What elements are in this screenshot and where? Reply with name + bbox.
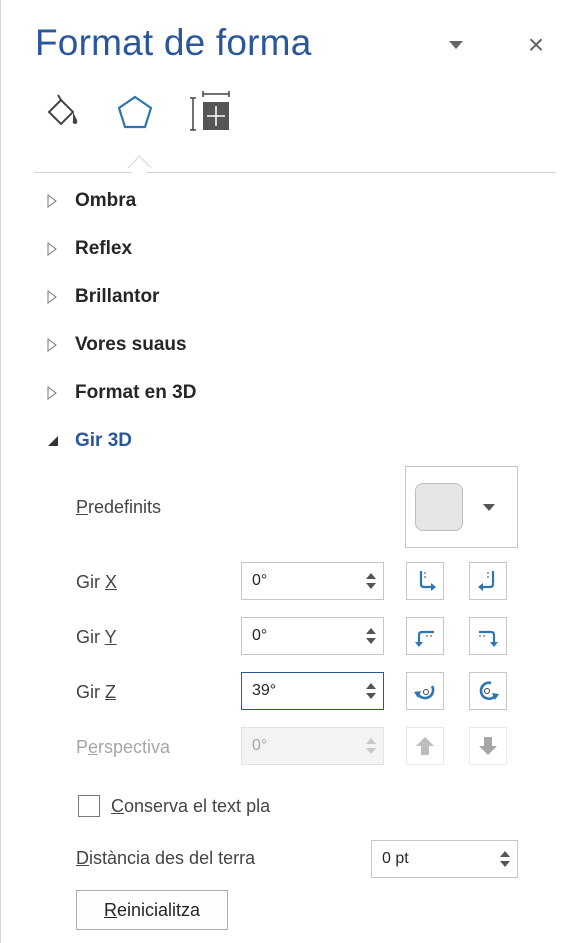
z-rotation-label: Gir Z: [76, 682, 116, 702]
spinner-arrows: [359, 728, 383, 764]
section-3d-format[interactable]: Format en 3D: [47, 376, 196, 410]
expand-arrow-icon: [47, 290, 75, 304]
z-rotation-clockwise-button[interactable]: [469, 672, 507, 710]
y-rotation-value[interactable]: 0°: [242, 627, 359, 645]
spin-up-icon: [366, 628, 376, 634]
tab-divider: [34, 172, 556, 173]
chevron-down-icon: [449, 41, 463, 49]
rotate-left-icon: [419, 571, 436, 591]
section-soft-edges[interactable]: Vores suaus: [47, 328, 187, 362]
rotate-counterclockwise-icon: [414, 685, 435, 700]
perspective-spinner: 0°: [241, 727, 384, 765]
y-rotation-spinner[interactable]: 0°: [241, 617, 384, 655]
x-rotation-value[interactable]: 0°: [242, 572, 359, 590]
chevron-down-icon: [482, 503, 495, 511]
pane-title: Format de forma: [35, 22, 312, 63]
close-button[interactable]: ×: [521, 30, 551, 60]
tab-effects[interactable]: [113, 90, 157, 134]
spinner-arrows[interactable]: [359, 563, 383, 599]
section-label: Ombra: [75, 190, 137, 211]
spinner-arrows[interactable]: [359, 618, 383, 654]
perspective-value: 0°: [252, 737, 268, 754]
spin-up-icon: [366, 573, 376, 579]
spin-down-icon: [366, 638, 376, 644]
section-label: Reflex: [75, 238, 133, 259]
y-rotation-up-button[interactable]: [406, 617, 444, 655]
presets-dropdown[interactable]: [405, 466, 518, 548]
expand-arrow-icon: [47, 386, 75, 400]
pane-options-dropdown[interactable]: [441, 30, 471, 60]
fill-bucket-icon: [47, 94, 78, 126]
active-tab-indicator: [127, 155, 152, 180]
format-shape-pane: Format de forma × Ombra Reflex Brillanto…: [0, 0, 575, 943]
close-icon: ×: [527, 29, 545, 60]
arrow-up-icon: [416, 737, 434, 755]
y-rotation-label: Gir Y: [76, 627, 117, 647]
spin-up-icon: [366, 683, 376, 689]
x-rotation-right-button[interactable]: [469, 562, 507, 600]
x-rotation-label: Gir X: [76, 572, 118, 592]
size-properties-icon: [190, 91, 230, 131]
section-label: Vores suaus: [75, 334, 187, 355]
section-label: Format en 3D: [75, 382, 197, 403]
reset-button[interactable]: Reinicialitza: [76, 890, 228, 930]
x-rotation-spinner[interactable]: 0°: [241, 562, 384, 600]
keep-text-flat-checkbox[interactable]: [78, 795, 100, 817]
rotate-right-icon: [478, 571, 495, 591]
perspective-label: Perspectiva: [76, 737, 171, 757]
arrow-down-icon: [479, 737, 497, 755]
section-3d-rotation[interactable]: Gir 3D: [47, 424, 132, 458]
section-shadow[interactable]: Ombra: [47, 184, 136, 218]
y-rotation-down-button[interactable]: [469, 617, 507, 655]
spin-down-icon: [366, 583, 376, 589]
spinner-arrows[interactable]: [493, 841, 517, 877]
spin-up-icon: [366, 738, 376, 744]
z-rotation-counterclockwise-button[interactable]: [406, 672, 444, 710]
expand-arrow-icon: [47, 338, 75, 352]
x-rotation-left-button[interactable]: [406, 562, 444, 600]
perspective-increase-button: [406, 727, 444, 765]
rotate-up-icon: [415, 630, 434, 647]
z-rotation-spinner[interactable]: 39°: [241, 672, 384, 710]
spin-up-icon: [500, 851, 510, 857]
effects-pentagon-icon: [117, 95, 153, 129]
tab-size-properties[interactable]: [189, 90, 233, 134]
distance-value[interactable]: 0 pt: [372, 850, 493, 868]
section-glow[interactable]: Brillantor: [47, 280, 159, 314]
spin-down-icon: [366, 748, 376, 754]
tab-fill-line[interactable]: [41, 90, 85, 134]
spinner-arrows[interactable]: [359, 673, 383, 709]
expand-arrow-icon: [47, 242, 75, 256]
keep-text-flat-label[interactable]: Conserva el text pla: [111, 796, 270, 817]
rotate-down-icon: [479, 630, 498, 647]
expand-arrow-icon: [47, 194, 75, 208]
spin-down-icon: [366, 693, 376, 699]
spin-down-icon: [500, 861, 510, 867]
rotate-clockwise-icon: [479, 681, 499, 701]
section-label: Gir 3D: [75, 430, 133, 451]
perspective-decrease-button: [469, 727, 507, 765]
collapse-arrow-icon: [47, 435, 75, 447]
distance-from-ground-spinner[interactable]: 0 pt: [371, 840, 518, 878]
presets-label: Predefinits: [76, 497, 162, 517]
preset-preview: [414, 483, 463, 531]
section-reflection[interactable]: Reflex: [47, 232, 132, 266]
section-label: Brillantor: [75, 286, 160, 307]
z-rotation-value[interactable]: 39°: [242, 682, 359, 700]
distance-from-ground-label: Distància des del terra: [76, 848, 256, 868]
